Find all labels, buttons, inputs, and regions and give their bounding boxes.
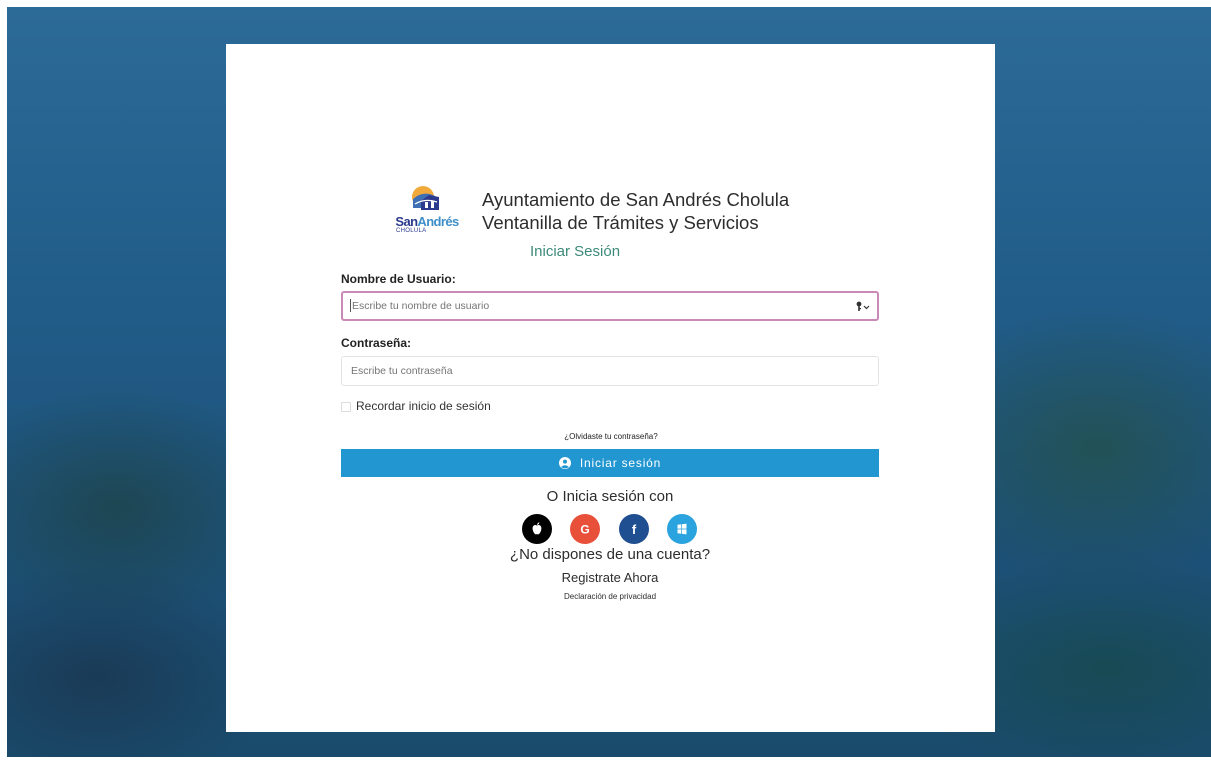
username-input[interactable] — [341, 291, 879, 321]
logo-word-andres: Andrés — [417, 214, 459, 229]
municipality-logo: SanAndrés CHOLULA — [388, 184, 466, 242]
forgot-password-link[interactable]: ¿Olvidaste tu contraseña? — [541, 432, 681, 441]
social-login-title: O Inicia sesión con — [546, 488, 674, 505]
password-input[interactable] — [341, 356, 879, 386]
facebook-login-button[interactable]: f — [619, 514, 649, 544]
title-line-2: Ventanilla de Trámites y Servicios — [482, 212, 759, 233]
text-caret — [350, 299, 351, 312]
logo-subtext: CHOLULA — [396, 228, 427, 234]
login-button[interactable]: Iniciar sesión — [341, 449, 879, 477]
facebook-glyph: f — [632, 522, 637, 537]
password-label: Contraseña: — [341, 336, 412, 350]
remember-label: Recordar inicio de sesión — [356, 399, 491, 413]
remember-checkbox[interactable] — [341, 402, 351, 412]
logo-word-san: San — [395, 214, 418, 229]
facebook-icon: f — [632, 522, 637, 537]
no-account-text: ¿No dispones de una cuenta? — [509, 546, 711, 563]
login-card — [226, 44, 995, 732]
username-label: Nombre de Usuario: — [341, 272, 456, 286]
google-login-button[interactable]: G — [570, 514, 600, 544]
user-circle-icon — [558, 457, 571, 469]
google-icon: G — [580, 523, 589, 537]
header-titles: Ayuntamiento de San Andrés Cholula Venta… — [482, 188, 789, 234]
logo-wordmark: SanAndrés — [388, 214, 466, 229]
apple-icon — [532, 522, 542, 535]
register-link[interactable]: Registrate Ahora — [530, 570, 690, 585]
apple-login-button[interactable] — [522, 514, 552, 544]
google-glyph: G — [580, 523, 589, 537]
windows-icon — [677, 523, 687, 535]
title-line-1: Ayuntamiento de San Andrés Cholula — [482, 189, 790, 210]
page-subtitle: Iniciar Sesión — [530, 243, 621, 260]
brand-header: SanAndrés CHOLULA Ayuntamiento de San An… — [388, 184, 848, 244]
login-button-label: Iniciar sesión — [579, 456, 662, 470]
key-dropdown-icon[interactable] — [853, 300, 873, 314]
privacy-link[interactable]: Declaración de privacidad — [530, 592, 690, 601]
logo-emblem-icon — [412, 186, 439, 210]
microsoft-login-button[interactable] — [667, 514, 697, 544]
